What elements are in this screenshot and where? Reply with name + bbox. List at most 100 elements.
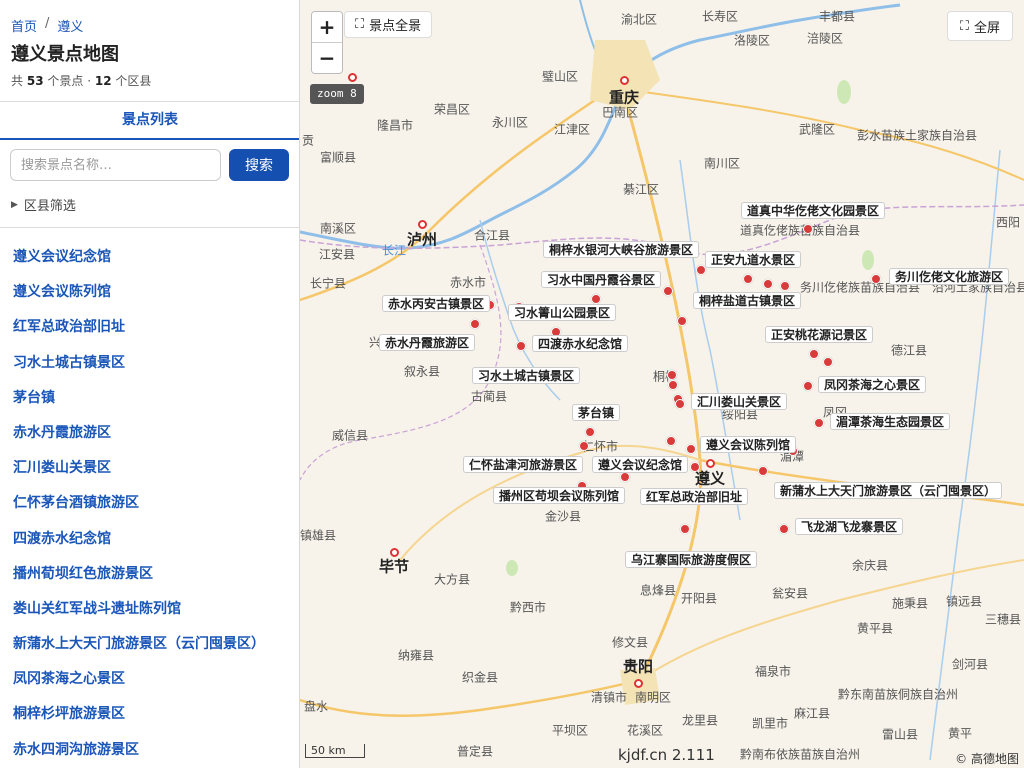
attraction-label[interactable]: 赤水丹霞旅游区 — [379, 334, 476, 351]
map-place-label: 道真仡佬族苗族自治县 — [739, 223, 861, 238]
attraction-label[interactable]: 习水中国丹霞谷景区 — [541, 271, 662, 288]
attraction-label[interactable]: 新蒲水上大天门旅游景区（云门囤景区） — [774, 482, 1003, 499]
attraction-label[interactable]: 赤水丙安古镇景区 — [382, 295, 491, 312]
spot-list-item[interactable]: 遵义会议纪念馆 — [13, 240, 265, 275]
attraction-marker[interactable] — [803, 381, 813, 391]
map-place-label: 江津区 — [553, 122, 591, 137]
zoom-out-button[interactable]: − — [312, 43, 342, 73]
map-place-label: 黔东南苗族侗族自治州 — [837, 687, 959, 702]
attraction-label[interactable]: 习水箐山公园景区 — [508, 304, 617, 321]
attraction-label[interactable]: 习水土城古镇景区 — [472, 367, 581, 384]
breadcrumb-city-link[interactable]: 遵义 — [57, 16, 83, 35]
map-place-label: 毕节 — [378, 557, 410, 576]
district-filter-toggle[interactable]: ▶ 区县筛选 — [11, 195, 76, 214]
attraction-label[interactable]: 仁怀盐津河旅游景区 — [463, 456, 584, 473]
spot-list-item[interactable]: 仁怀茅台酒镇旅游区 — [13, 486, 265, 521]
attraction-label[interactable]: 四渡赤水纪念馆 — [532, 335, 629, 352]
map-place-label: 长寿区 — [701, 9, 739, 24]
attraction-marker[interactable] — [585, 427, 595, 437]
spot-list-item[interactable]: 娄山关红军战斗遗址陈列馆 — [13, 592, 265, 627]
attraction-label[interactable]: 务川仡佬文化旅游区 — [889, 268, 1010, 285]
attraction-marker[interactable] — [668, 380, 678, 390]
spot-list-item[interactable]: 凤冈茶海之心景区 — [13, 662, 265, 697]
spot-list-item[interactable]: 新蒲水上大天门旅游景区（云门囤景区） — [13, 627, 265, 662]
attraction-marker[interactable] — [809, 349, 819, 359]
attraction-label[interactable]: 正安九道水景区 — [705, 251, 802, 268]
attraction-marker[interactable] — [675, 399, 685, 409]
map-place-label: 荣昌区 — [433, 102, 471, 117]
attraction-label[interactable]: 茅台镇 — [572, 404, 621, 421]
attraction-label[interactable]: 乌江寨国际旅游度假区 — [625, 551, 758, 568]
attraction-marker[interactable] — [677, 316, 687, 326]
tab-spot-list[interactable]: 景点列表 — [0, 102, 299, 140]
attraction-label[interactable]: 飞龙湖飞龙寨景区 — [795, 518, 904, 535]
attraction-marker[interactable] — [680, 524, 690, 534]
fullscreen-button[interactable]: ⛶ 全屏 — [946, 11, 1013, 41]
attraction-label[interactable]: 遵义会议陈列馆 — [700, 436, 797, 453]
attraction-marker[interactable] — [591, 294, 601, 304]
map-place-label: 泸州 — [406, 230, 438, 249]
map-place-label: 威信县 — [331, 428, 369, 443]
zoom-in-button[interactable]: + — [312, 12, 342, 42]
attraction-label[interactable]: 正安桃花源记景区 — [765, 326, 874, 343]
search-button[interactable]: 搜索 — [229, 149, 289, 181]
attraction-marker[interactable] — [620, 472, 630, 482]
spot-list-item[interactable]: 四渡赤水纪念馆 — [13, 522, 265, 557]
district-filter-label: 区县筛选 — [23, 199, 76, 214]
attraction-marker[interactable] — [871, 274, 881, 284]
map-place-label: 瓮安县 — [771, 586, 809, 601]
attraction-marker[interactable] — [779, 524, 789, 534]
attraction-label[interactable]: 红军总政治部旧址 — [640, 488, 749, 505]
attraction-marker[interactable] — [758, 466, 768, 476]
spot-list-item[interactable]: 汇川娄山关景区 — [13, 451, 265, 486]
attraction-label[interactable]: 汇川娄山关景区 — [691, 393, 788, 410]
map-place-label: 黄平县 — [856, 621, 894, 636]
attraction-label[interactable]: 道真中华仡佬文化园景区 — [741, 202, 886, 219]
city-marker — [417, 219, 427, 229]
attraction-label[interactable]: 桐梓盐道古镇景区 — [693, 292, 802, 309]
spot-list-item[interactable]: 茅台镇 — [13, 381, 265, 416]
spot-list-item[interactable]: 遵义会议陈列馆 — [13, 275, 265, 310]
attraction-marker[interactable] — [666, 436, 676, 446]
city-marker — [705, 458, 715, 468]
attraction-label[interactable]: 播州区苟坝会议陈列馆 — [493, 487, 626, 504]
search-input[interactable] — [10, 149, 221, 181]
map-place-label: 平坝区 — [551, 723, 589, 738]
attraction-marker[interactable] — [814, 418, 824, 428]
attraction-marker[interactable] — [823, 357, 833, 367]
map-place-label: 武隆区 — [798, 122, 836, 137]
spot-list-item[interactable]: 红军总政治部旧址 — [13, 310, 265, 345]
spot-list-item[interactable]: 赤水四洞沟旅游景区 — [13, 733, 265, 768]
map-place-label: 施秉县 — [891, 596, 929, 611]
city-marker — [389, 547, 399, 557]
map-attribution[interactable]: © 高德地图 — [955, 750, 1019, 767]
attraction-label[interactable]: 湄潭茶海生态园景区 — [830, 413, 951, 430]
attraction-marker[interactable] — [803, 224, 813, 234]
attraction-marker[interactable] — [686, 444, 696, 454]
attraction-marker[interactable] — [743, 274, 753, 284]
attraction-label[interactable]: 凤冈茶海之心景区 — [818, 376, 927, 393]
district-count: 12 — [94, 74, 112, 88]
attraction-marker[interactable] — [663, 286, 673, 296]
attraction-marker[interactable] — [516, 341, 526, 351]
attraction-label[interactable]: 桐梓水银河大峡谷旅游景区 — [543, 241, 700, 258]
breadcrumb-home-link[interactable]: 首页 — [11, 16, 37, 35]
attraction-marker[interactable] — [470, 319, 480, 329]
map-place-label: 长江 — [381, 243, 407, 258]
map-place-label: 合江县 — [473, 228, 511, 243]
attraction-marker[interactable] — [690, 462, 700, 472]
attraction-marker[interactable] — [579, 441, 589, 451]
spot-list-item[interactable]: 习水土城古镇景区 — [13, 346, 265, 381]
spot-list-item[interactable]: 播州荀坝红色旅游景区 — [13, 557, 265, 592]
map-canvas[interactable]: 重庆 遵义 贵阳 泸州 毕节 綦江区 江津区 璧山区 永川区 荣昌区 隆昌市 巴… — [300, 0, 1024, 768]
overview-button[interactable]: ⛶ 景点全景 — [344, 11, 433, 38]
spot-list-item[interactable]: 赤水丹霞旅游区 — [13, 416, 265, 451]
attraction-marker[interactable] — [667, 370, 677, 380]
attraction-marker[interactable] — [780, 281, 790, 291]
attraction-label[interactable]: 遵义会议纪念馆 — [592, 456, 689, 473]
map-place-label: 洛陵区 — [733, 33, 771, 48]
spot-list-item[interactable]: 桐梓杉坪旅游景区 — [13, 697, 265, 732]
attraction-marker[interactable] — [763, 279, 773, 289]
map-place-label: 清镇市 — [590, 690, 628, 705]
breadcrumb: 首页 / 遵义 — [11, 16, 83, 35]
